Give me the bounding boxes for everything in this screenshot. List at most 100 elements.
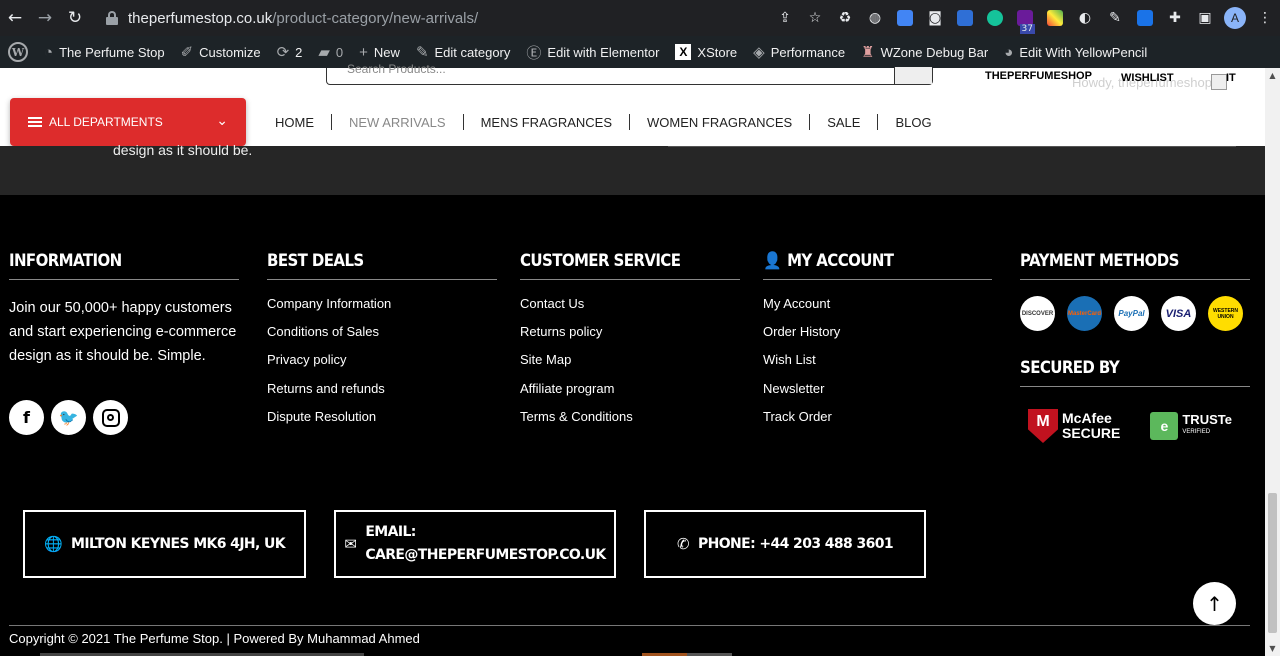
scroll-thumb[interactable] <box>1268 493 1277 633</box>
all-departments-label: ALL DEPARTMENTS <box>49 115 163 129</box>
comments-count: 0 <box>335 44 344 60</box>
extension-dark-icon[interactable]: ◐ <box>1070 0 1100 36</box>
wzone-label: WZone Debug Bar <box>880 44 989 60</box>
brush-icon: ✐ <box>180 44 194 61</box>
elementor-icon: Ⓔ <box>526 44 542 62</box>
footer-link-conditions-of-sales[interactable]: Conditions of Sales <box>267 324 497 352</box>
elementor-label: Edit with Elementor <box>547 44 660 60</box>
yellowpencil-link[interactable]: ◕ Edit With YellowPencil <box>996 36 1155 68</box>
profile-avatar[interactable]: A <box>1220 0 1250 36</box>
envelope-icon: ✉ <box>344 535 357 553</box>
all-departments-button[interactable]: ALL DEPARTMENTS ⌄ <box>10 98 246 146</box>
search-button[interactable] <box>894 67 932 84</box>
updates-link[interactable]: ⟳ 2 <box>269 36 311 68</box>
footer-link-contact-us[interactable]: Contact Us <box>520 296 740 324</box>
elementor-link[interactable]: Ⓔ Edit with Elementor <box>518 36 667 68</box>
scroll-down-icon[interactable]: ▼ <box>1265 641 1280 656</box>
footer-link-company-information[interactable]: Company Information <box>267 296 497 324</box>
back-icon[interactable]: ← <box>0 0 30 36</box>
site-name-label: The Perfume Stop <box>59 44 165 60</box>
extension-grammarly-icon[interactable] <box>980 0 1010 36</box>
share-icon[interactable]: ⇪ <box>770 0 800 36</box>
address-bar[interactable]: theperfumestop.co.uk/product-category/ne… <box>98 4 823 32</box>
address-text: MILTON KEYNES MK6 4JH, UK <box>71 536 286 552</box>
phone-box[interactable]: ✆ PHONE: +44 203 488 3601 <box>644 510 926 578</box>
cart-link[interactable]: IT <box>1226 72 1236 84</box>
nav-women-fragrances[interactable]: WOMEN FRAGRANCES <box>630 115 809 130</box>
extension-video-icon[interactable] <box>1130 0 1160 36</box>
wzone-debug-link[interactable]: ♜ WZone Debug Bar <box>853 36 996 68</box>
nav-mens-fragrances[interactable]: MENS FRAGRANCES <box>464 115 629 130</box>
customize-link[interactable]: ✐ Customize <box>173 36 269 68</box>
information-column: INFORMATION Join our 50,000+ happy custo… <box>9 250 239 368</box>
facebook-icon[interactable]: f <box>9 400 44 435</box>
updates-icon: ⟳ <box>276 44 290 61</box>
back-to-top-button[interactable]: ↑ <box>1193 582 1236 625</box>
footer-link-wish-list[interactable]: Wish List <box>763 352 992 380</box>
forward-icon[interactable]: → <box>30 0 60 36</box>
sidepanel-icon[interactable]: ▣ <box>1190 0 1220 36</box>
footer-link-site-map[interactable]: Site Map <box>520 352 740 380</box>
bookmark-star-icon[interactable]: ☆ <box>800 0 830 36</box>
footer-link-track-order[interactable]: Track Order <box>763 409 992 437</box>
page-scrollbar[interactable]: ▲ ▼ <box>1265 68 1280 656</box>
security-badges: M McAfee SECURE e TRUSTe VERIFIED <box>1028 409 1250 443</box>
footer-link-returns-policy[interactable]: Returns policy <box>520 324 740 352</box>
email-label: EMAIL: <box>365 524 416 540</box>
chevron-down-icon: ⌄ <box>216 112 228 128</box>
footer: INFORMATION Join our 50,000+ happy custo… <box>0 195 1265 656</box>
extension-translate-icon[interactable] <box>890 0 920 36</box>
search-input[interactable]: Search Products... <box>326 62 933 85</box>
twitter-icon[interactable]: 🐦 <box>51 400 86 435</box>
menu-kebab-icon[interactable]: ⋮ <box>1250 0 1280 36</box>
xstore-label: XStore <box>697 44 738 60</box>
extension-globe-icon[interactable]: ◍ <box>860 0 890 36</box>
reload-icon[interactable]: ↻ <box>60 0 90 36</box>
nav-blog[interactable]: BLOG <box>878 115 948 130</box>
nav-sale[interactable]: SALE <box>810 115 877 130</box>
payment-methods-heading: PAYMENT METHODS <box>1020 250 1179 271</box>
information-heading: INFORMATION <box>9 250 122 271</box>
email-box[interactable]: ✉ EMAIL: CARE@THEPERFUMESTOP.CO.UK <box>334 510 616 578</box>
extension-badge-icon[interactable]: 37 <box>1010 0 1040 36</box>
footer-link-dispute-resolution[interactable]: Dispute Resolution <box>267 409 497 437</box>
extension-camera-icon[interactable]: ◙ <box>920 0 950 36</box>
best-deals-heading: BEST DEALS <box>267 250 364 271</box>
nav-home[interactable]: HOME <box>258 115 331 130</box>
extension-recycle-icon[interactable]: ♻ <box>830 0 860 36</box>
footer-link-my-account[interactable]: My Account <box>763 296 992 324</box>
extension-pen-icon[interactable]: ✎ <box>1100 0 1130 36</box>
footer-link-order-history[interactable]: Order History <box>763 324 992 352</box>
footer-link-privacy-policy[interactable]: Privacy policy <box>267 352 497 380</box>
nav-new-arrivals[interactable]: NEW ARRIVALS <box>332 115 463 130</box>
extension-colorful-icon[interactable] <box>1040 0 1070 36</box>
extensions-puzzle-icon[interactable]: ✚ <box>1160 0 1190 36</box>
extension-s-icon[interactable] <box>950 0 980 36</box>
xstore-menu[interactable]: X XStore <box>667 36 745 68</box>
wp-admin-bar: W ◔ The Perfume Stop ✐ Customize ⟳ 2 ▰ 0 + Ne… <box>0 36 1280 68</box>
footer-link-affiliate-program[interactable]: Affiliate program <box>520 381 740 409</box>
footer-link-newsletter[interactable]: Newsletter <box>763 381 992 409</box>
my-account-column: 👤 MY ACCOUNT My Account Order History Wis… <box>763 251 992 437</box>
sticky-header: Search Products... Howdy, theperfumeshop… <box>0 62 1265 146</box>
wishlist-link[interactable]: WISHLIST <box>1121 72 1174 84</box>
footer-link-returns-and-refunds[interactable]: Returns and refunds <box>267 381 497 409</box>
comments-link[interactable]: ▰ 0 <box>310 36 351 68</box>
url-text[interactable]: theperfumestop.co.uk/product-category/ne… <box>128 10 478 27</box>
my-account-list: My Account Order History Wish List Newsl… <box>763 296 992 437</box>
strip-divider <box>668 146 1236 147</box>
site-name-menu[interactable]: ◔ The Perfume Stop <box>36 36 173 68</box>
email-text: CARE@THEPERFUMESTOP.CO.UK <box>365 547 606 563</box>
browser-toolbar: ← → ↻ theperfumestop.co.uk/product-categ… <box>0 0 1280 36</box>
scroll-up-icon[interactable]: ▲ <box>1265 68 1280 83</box>
comment-icon: ▰ <box>318 44 330 61</box>
extension-badge-count: 37 <box>1019 24 1035 34</box>
user-avatar[interactable] <box>1211 74 1227 90</box>
instagram-icon[interactable] <box>93 400 128 435</box>
wp-logo-menu[interactable]: W <box>0 36 36 68</box>
footer-link-terms-conditions[interactable]: Terms & Conditions <box>520 409 740 437</box>
strip-text: design as it should be. <box>113 142 253 158</box>
lock-icon[interactable] <box>106 11 118 25</box>
brand-logo[interactable]: THEPERFUMESHOP <box>985 70 1092 82</box>
performance-menu[interactable]: ◈ Performance <box>745 36 853 68</box>
